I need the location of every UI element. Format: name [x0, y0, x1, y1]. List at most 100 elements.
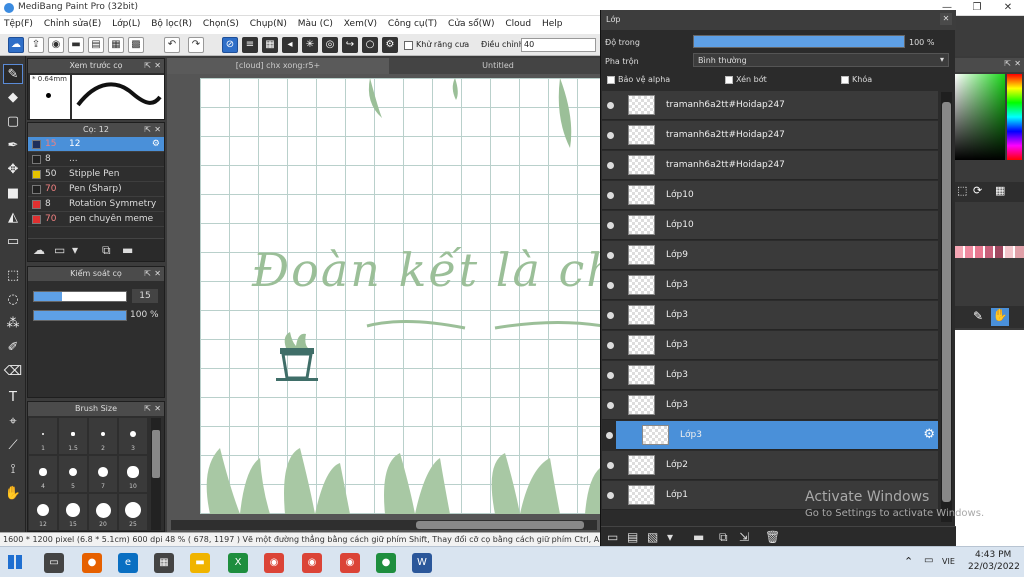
lock-checkbox[interactable]	[841, 75, 849, 84]
upload-icon[interactable]: ⇪	[28, 37, 44, 53]
speech-icon[interactable]: ▬	[68, 37, 84, 53]
blend-mode-select[interactable]: Bình thường ▾	[693, 53, 949, 67]
brush-list-item[interactable]: 50 Stipple Pen	[28, 167, 164, 182]
swatch-row[interactable]	[955, 246, 1024, 258]
layer-row[interactable]: tramanh6a2tt#Hoidap247	[602, 91, 938, 120]
lasso-tool-icon[interactable]: ◌	[3, 290, 23, 310]
chrome-profile-2-icon[interactable]: ◉	[340, 553, 360, 573]
brush-size-cell[interactable]: 2	[89, 418, 117, 454]
eraser-tool-icon[interactable]: ◆	[3, 88, 23, 108]
fill-rect-tool-icon[interactable]: ■	[3, 184, 23, 204]
visibility-eye-icon[interactable]	[606, 432, 613, 439]
adjust-input[interactable]: 40	[521, 38, 596, 52]
brush-list-item[interactable]: 8...	[28, 152, 164, 167]
maximize-button[interactable]: ❐	[962, 1, 992, 15]
clock-date[interactable]: 22/03/2022	[968, 562, 1020, 572]
layer-row[interactable]: Lớp3	[602, 361, 938, 390]
folder-layer-icon[interactable]: ▬	[693, 530, 704, 544]
brush-size-cell[interactable]: 3	[119, 418, 147, 454]
close-button[interactable]: ✕	[993, 1, 1023, 15]
layer-row[interactable]: Lớp3	[602, 391, 938, 420]
brush-size-cell[interactable]: 20	[89, 494, 117, 530]
menu-layer[interactable]: Lớp(L)	[108, 16, 144, 29]
cross-snap-icon[interactable]: ▦	[262, 37, 278, 53]
start-windows-icon[interactable]	[8, 555, 22, 569]
word-icon[interactable]: W	[412, 553, 432, 573]
visibility-eye-icon[interactable]	[607, 192, 614, 199]
menu-window[interactable]: Cửa sổ(W)	[444, 16, 498, 29]
brush-size-cell[interactable]: 25	[119, 494, 147, 530]
gear-icon[interactable]: ⚙	[152, 137, 160, 152]
grid-panel-icon[interactable]: ▦	[108, 37, 124, 53]
add-brush-icon[interactable]: ▾	[72, 243, 78, 257]
layer-row[interactable]: tramanh6a2tt#Hoidap247	[602, 121, 938, 150]
antialias-checkbox[interactable]	[404, 41, 413, 50]
vanishing-snap-icon[interactable]: ◂	[282, 37, 298, 53]
circle-snap-icon[interactable]: ◎	[322, 37, 338, 53]
layer-row[interactable]: Lớp2	[602, 451, 938, 480]
layer-row[interactable]: Lớp3	[602, 301, 938, 330]
visibility-eye-icon[interactable]	[607, 312, 614, 319]
network-icon[interactable]: ▭	[924, 555, 933, 566]
color-saturation-box[interactable]	[955, 74, 1005, 160]
medibang-icon[interactable]: ●	[376, 553, 396, 573]
brush-size-cell[interactable]: 1	[29, 418, 57, 454]
pin-icon[interactable]: ⇱	[144, 402, 151, 416]
scrollbar-thumb[interactable]	[152, 430, 160, 478]
panel-close-icon[interactable]: ✕	[154, 402, 161, 416]
panel-close-icon[interactable]: ✕	[154, 123, 161, 137]
visibility-eye-icon[interactable]	[607, 282, 614, 289]
layer-scrollbar[interactable]	[941, 92, 952, 522]
menu-capture[interactable]: Chụp(N)	[246, 16, 291, 29]
brush-size-cell[interactable]: 4	[29, 456, 57, 492]
undo-icon[interactable]: ↶	[164, 37, 180, 53]
layer-row[interactable]: Lớp3	[602, 271, 938, 300]
brush-size-cell[interactable]: 10	[119, 456, 147, 492]
merge-layer-icon[interactable]: ⇲	[739, 530, 749, 544]
layer-row[interactable]: Lớp9	[602, 241, 938, 270]
layer-panel-close-icon[interactable]: ✕	[940, 13, 952, 25]
bucket-tool-icon[interactable]: ◭	[3, 208, 23, 228]
brush-size-cell[interactable]: 15	[59, 494, 87, 530]
brush-tool-icon[interactable]: ✎	[3, 64, 23, 84]
document-icon[interactable]: ▤	[88, 37, 104, 53]
panel-close-icon[interactable]: ✕	[154, 59, 161, 73]
chrome-icon[interactable]: ◉	[264, 553, 284, 573]
redo-icon[interactable]: ↷	[188, 37, 204, 53]
drawing-paper[interactable]: Đoàn kết là chấp	[200, 78, 600, 514]
curve-snap-icon[interactable]: ↪	[342, 37, 358, 53]
hue-strip[interactable]	[1007, 74, 1022, 160]
language-indicator[interactable]: VIE	[942, 557, 955, 566]
move-tool-icon[interactable]: ✥	[3, 160, 23, 180]
brush-size-scrollbar[interactable]	[151, 418, 161, 530]
tab-cloud-doc[interactable]: [cloud] chx xong:r5+	[167, 58, 389, 74]
hand-tool-icon[interactable]: ✋	[3, 484, 23, 504]
tab-untitled[interactable]: Untitled	[391, 58, 605, 74]
new-halftone-layer-icon[interactable]: ▤	[627, 530, 638, 544]
visibility-eye-icon[interactable]	[607, 402, 614, 409]
magic-wand-tool-icon[interactable]: ⁂	[3, 314, 23, 334]
new-8bit-layer-icon[interactable]: ▧	[647, 530, 658, 544]
refresh-icon[interactable]: ⟳	[973, 184, 982, 197]
pin-icon[interactable]: ⇱	[144, 267, 151, 281]
visibility-eye-icon[interactable]	[607, 222, 614, 229]
edge-icon[interactable]: e	[118, 553, 138, 573]
tray-chevron-up-icon[interactable]: ⌃	[904, 555, 913, 568]
hscroll-thumb[interactable]	[416, 521, 584, 529]
visibility-eye-icon[interactable]	[607, 372, 614, 379]
ellipse-snap-icon[interactable]: ○	[362, 37, 378, 53]
store-icon[interactable]: ▦	[154, 553, 174, 573]
brush-size-value[interactable]: 15	[132, 289, 158, 303]
menu-select[interactable]: Chọn(S)	[199, 16, 243, 29]
select-eraser-tool-icon[interactable]: ⌫	[3, 362, 23, 382]
brush-size-cell[interactable]: 7	[89, 456, 117, 492]
pin-icon[interactable]: ⇱	[1004, 59, 1011, 68]
brush-list-item[interactable]: 70 pen chuyên meme	[28, 212, 164, 227]
menu-file[interactable]: Tệp(F)	[0, 16, 37, 29]
visibility-eye-icon[interactable]	[607, 342, 614, 349]
visibility-eye-icon[interactable]	[607, 162, 614, 169]
menu-edit[interactable]: Chỉnh sửa(E)	[40, 16, 105, 29]
lock-toggle[interactable]: Khóa	[841, 75, 872, 84]
pin-icon[interactable]: ⇱	[144, 123, 151, 137]
brush-list-item[interactable]: 8 Rotation Symmetry	[28, 197, 164, 212]
